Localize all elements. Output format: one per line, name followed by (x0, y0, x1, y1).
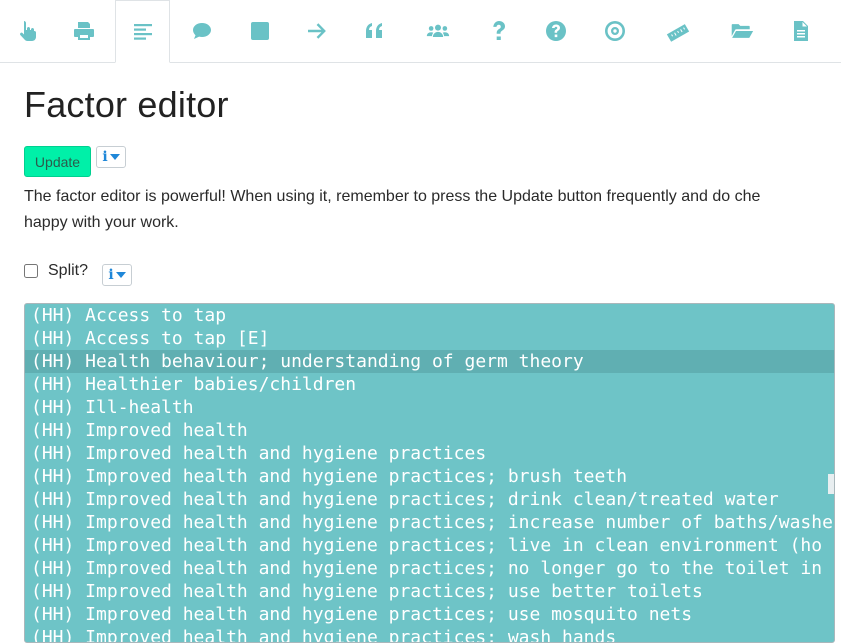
factor-list-item[interactable]: (HH) Improved health (25, 419, 834, 442)
caret-down-icon (109, 154, 120, 160)
quote-icon[interactable] (347, 0, 403, 62)
factor-list[interactable]: (HH) Access to tap (HH) Access to tap [E]… (24, 303, 835, 643)
scrollbar[interactable] (828, 474, 834, 494)
factor-list-item[interactable]: (HH) Access to tap [E] (25, 327, 834, 350)
page-title: Factor editor (24, 84, 229, 125)
factor-list-item[interactable]: (HH) Improved health and hygiene practic… (25, 626, 834, 642)
caret-down-icon (115, 272, 126, 278)
description-line-2: happy with your work. (24, 214, 179, 231)
info-icon: i (108, 267, 114, 283)
users-icon[interactable] (410, 0, 466, 62)
factor-list-item[interactable]: (HH) Improved health and hygiene practic… (25, 442, 834, 465)
file-icon[interactable] (773, 0, 829, 62)
folder-open-icon[interactable] (714, 0, 770, 62)
split-checkbox[interactable] (24, 264, 38, 278)
factor-list-item[interactable]: (HH) Improved health and hygiene practic… (25, 603, 834, 626)
bullseye-icon[interactable] (587, 0, 643, 62)
print-icon[interactable] (56, 0, 112, 62)
split-label: Split? (48, 262, 89, 279)
factor-list-item[interactable]: (HH) Access to tap (25, 304, 834, 327)
update-info-dropdown[interactable]: i (96, 146, 126, 168)
factor-list-item[interactable]: (HH) Improved health and hygiene practic… (25, 557, 834, 580)
factor-list-item[interactable]: (HH) Improved health and hygiene practic… (25, 488, 834, 511)
factor-list-item[interactable]: (HH) Ill-health (25, 396, 834, 419)
factor-list-item[interactable]: (HH) Health behaviour; understanding of … (25, 350, 834, 373)
info-icon: i (102, 149, 108, 165)
factor-list-item[interactable]: (HH) Improved health and hygiene practic… (25, 534, 834, 557)
question-circle-icon[interactable] (528, 0, 584, 62)
factor-list-item[interactable]: (HH) Improved health and hygiene practic… (25, 511, 834, 534)
hand-pointer-icon[interactable] (0, 0, 56, 62)
toolbar (0, 0, 841, 63)
ruler-icon[interactable] (650, 0, 706, 62)
square-icon[interactable] (232, 0, 288, 62)
factor-list-item[interactable]: (HH) Healthier babies/children (25, 373, 834, 396)
description-line-1: The factor editor is powerful! When usin… (24, 188, 761, 205)
arrow-right-icon[interactable] (289, 0, 345, 62)
update-button[interactable]: Update (24, 146, 91, 177)
factor-list-item[interactable]: (HH) Improved health and hygiene practic… (25, 465, 834, 488)
align-left-icon[interactable] (115, 0, 170, 63)
factor-list-item[interactable]: (HH) Improved health and hygiene practic… (25, 580, 834, 603)
split-info-dropdown[interactable]: i (102, 264, 132, 286)
factor-editor-description: The factor editor is powerful! When usin… (24, 184, 841, 236)
comment-icon[interactable] (174, 0, 230, 62)
question-icon[interactable] (471, 0, 527, 62)
